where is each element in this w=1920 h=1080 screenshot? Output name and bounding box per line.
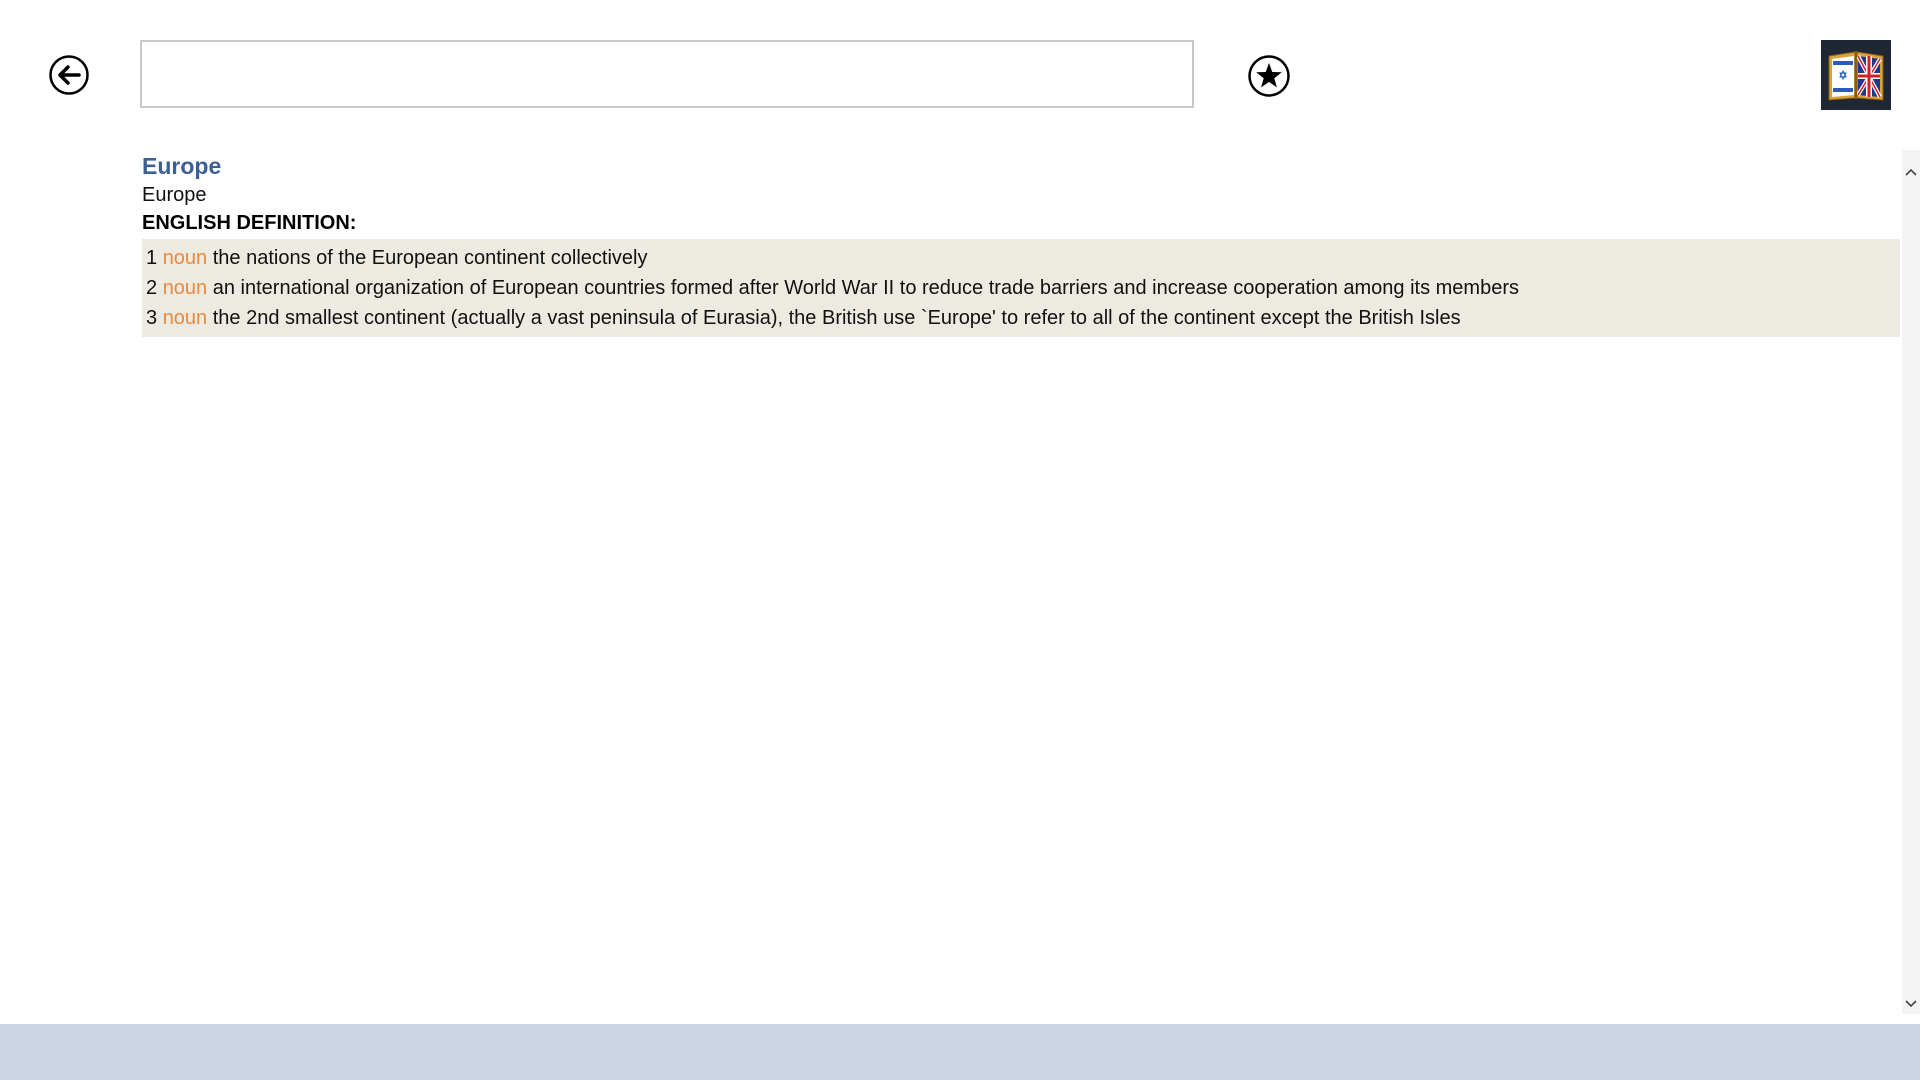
- scroll-down-button[interactable]: [1902, 994, 1920, 1014]
- definition-number: 3: [146, 307, 158, 329]
- definition-text: the nations of the European continent co…: [212, 247, 648, 269]
- translation: Europe: [142, 184, 207, 206]
- part-of-speech: noun: [162, 307, 208, 329]
- definition-item: 1 noun the nations of the European conti…: [146, 243, 1900, 273]
- definition-item: 2 noun an international organization of …: [146, 273, 1900, 303]
- bottom-app-bar[interactable]: [0, 1024, 1920, 1080]
- entry-content: Europe Europe ENGLISH DEFINITION: 1 noun…: [142, 150, 1900, 337]
- headword: Europe: [142, 153, 222, 179]
- definition-number: 2: [146, 277, 158, 299]
- app-logo: [1821, 40, 1891, 110]
- star-circle-icon: [1248, 55, 1290, 97]
- part-of-speech: noun: [162, 277, 208, 299]
- chevron-up-icon: [1905, 168, 1917, 176]
- definitions-list: 1 noun the nations of the European conti…: [142, 239, 1900, 337]
- search-input[interactable]: [140, 40, 1194, 108]
- definition-text: an international organization of Europea…: [212, 277, 1519, 299]
- arrow-left-circle-icon: [49, 55, 89, 95]
- back-button[interactable]: [49, 55, 89, 95]
- definition-number: 1: [146, 247, 158, 269]
- part-of-speech: noun: [162, 247, 208, 269]
- hebrew-english-dictionary-book-icon: [1828, 51, 1884, 101]
- vertical-scrollbar[interactable]: [1902, 150, 1920, 1014]
- scroll-up-button[interactable]: [1902, 162, 1920, 182]
- favorites-button[interactable]: [1248, 55, 1290, 97]
- dictionary-app: Europe Europe ENGLISH DEFINITION: 1 noun…: [0, 0, 1920, 1080]
- definition-item: 3 noun the 2nd smallest continent (actua…: [146, 303, 1900, 333]
- definition-heading: ENGLISH DEFINITION:: [142, 212, 357, 234]
- chevron-down-icon: [1905, 1000, 1917, 1008]
- definition-text: the 2nd smallest continent (actually a v…: [212, 307, 1461, 329]
